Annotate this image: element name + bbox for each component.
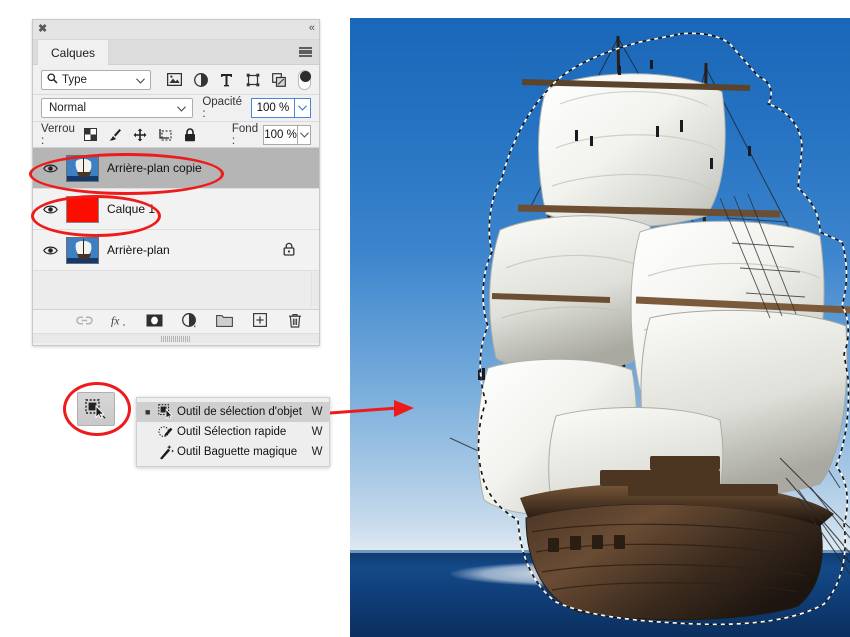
blend-mode-select[interactable]: Normal: [41, 98, 194, 118]
menu-item-magic-wand[interactable]: Outil Baguette magique W: [137, 442, 329, 462]
lock-row: Verrou : Fond : 100 %: [33, 122, 319, 148]
adjustment-layer-filter-icon[interactable]: [193, 72, 208, 87]
layer-visibility-toggle[interactable]: [39, 245, 61, 256]
filter-kind-select[interactable]: Type: [41, 69, 152, 90]
highlight-layer-row-1: [29, 153, 224, 195]
layers-panel-toolbar: fx: [33, 306, 319, 333]
new-layer-icon[interactable]: [251, 312, 268, 329]
opacity-input[interactable]: 100 %: [251, 98, 294, 118]
ship-artwork: [449, 32, 850, 626]
panel-tabbar: Calques: [33, 40, 319, 65]
panel-resize-grip[interactable]: [33, 333, 319, 343]
fill-label: Fond :: [231, 122, 259, 147]
shape-layer-filter-icon[interactable]: [245, 72, 260, 87]
filter-type-icons: [167, 72, 286, 87]
delete-layer-icon[interactable]: [286, 312, 303, 329]
layer-thumbnail-image: [65, 236, 99, 264]
document-canvas[interactable]: [350, 18, 850, 637]
layer-list-empty-space: [33, 271, 319, 310]
screenshot-root: ✖ « Calques Type Normal Opacité: 100 % …: [0, 0, 850, 637]
current-tool-bullet-icon: ■: [145, 407, 151, 417]
layer-thumbnail[interactable]: [61, 236, 103, 264]
link-layers-icon[interactable]: [76, 312, 93, 329]
lock-all-icon[interactable]: [183, 127, 198, 142]
menu-item-shortcut: W: [311, 426, 323, 438]
fill-input[interactable]: 100 %: [263, 124, 298, 145]
opacity-stepper[interactable]: [293, 98, 311, 118]
new-group-icon[interactable]: [216, 312, 233, 329]
smart-object-filter-icon[interactable]: [271, 72, 286, 87]
blend-mode-value: Normal: [49, 102, 87, 114]
menu-item-object-selection[interactable]: ■ Outil de sélection d'objet W: [137, 402, 329, 422]
layer-style-fx-icon[interactable]: fx: [111, 312, 128, 329]
highlight-tool-button: [63, 382, 131, 436]
menu-item-label: Outil de sélection d'objet: [177, 406, 302, 418]
collapse-panel-icon[interactable]: «: [309, 22, 315, 34]
lock-label: Verrou :: [41, 122, 75, 147]
lock-image-icon[interactable]: [108, 127, 123, 142]
filter-enable-toggle[interactable]: [298, 69, 311, 90]
arrow-from-menu-to-canvas: [330, 400, 414, 417]
new-adjustment-layer-icon[interactable]: [181, 312, 198, 329]
filter-kind-value: Type: [62, 73, 87, 86]
search-icon: [47, 72, 58, 87]
opacity-value: 100 %: [256, 102, 290, 114]
lock-icon-group: [83, 127, 198, 142]
fill-stepper[interactable]: [297, 124, 311, 145]
menu-item-shortcut: W: [311, 406, 323, 418]
close-icon[interactable]: ✖: [38, 23, 47, 36]
lock-position-icon[interactable]: [133, 127, 148, 142]
object-selection-icon: [155, 404, 177, 420]
layer-name: Arrière-plan: [107, 243, 170, 257]
menu-item-label: Outil Sélection rapide: [177, 426, 287, 438]
menu-item-shortcut: W: [311, 446, 323, 458]
panel-titlebar: ✖ «: [33, 20, 319, 40]
tool-flyout-menu[interactable]: ■ Outil de sélection d'objet W Outil Sél…: [136, 397, 330, 467]
tab-calques[interactable]: Calques: [37, 40, 110, 65]
layer-locked-icon: [283, 242, 295, 261]
pixel-layer-filter-icon[interactable]: [167, 72, 183, 87]
opacity-label: Opacité :: [202, 96, 242, 120]
chevron-down-icon: [136, 75, 146, 87]
highlight-layer-row-2: [31, 195, 161, 237]
fill-value: 100 %: [264, 128, 297, 141]
magic-wand-icon: [155, 444, 177, 460]
menu-item-label: Outil Baguette magique: [177, 446, 298, 458]
menu-item-quick-selection[interactable]: Outil Sélection rapide W: [137, 422, 329, 442]
blend-opacity-row: Normal Opacité : 100 %: [33, 95, 319, 122]
tab-calques-label: Calques: [51, 45, 96, 60]
lock-artboard-icon[interactable]: [158, 127, 173, 142]
layer-filter-row: Type: [33, 65, 319, 95]
quick-selection-icon: [155, 424, 177, 440]
table-row[interactable]: Arrière-plan: [33, 230, 319, 271]
type-layer-filter-icon[interactable]: [219, 72, 234, 87]
layer-mask-icon[interactable]: [146, 312, 163, 329]
lock-transparency-icon[interactable]: [83, 127, 98, 142]
panel-menu-icon[interactable]: [299, 47, 312, 57]
chevron-down-icon: [177, 103, 187, 115]
svg-text:fx: fx: [111, 314, 120, 327]
